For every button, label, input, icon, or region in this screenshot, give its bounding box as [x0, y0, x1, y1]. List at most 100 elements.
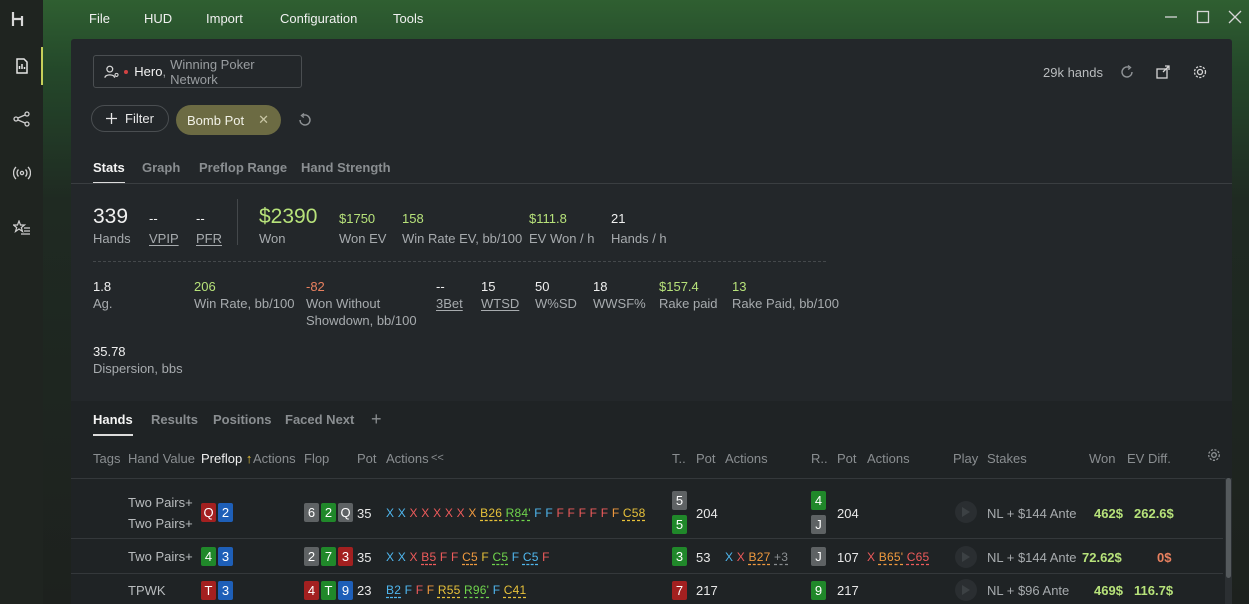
play-icon — [962, 507, 970, 517]
stat-value: 21 — [611, 211, 626, 226]
filter-chip-bomb-pot[interactable]: Bomb Pot ✕ — [176, 105, 281, 135]
collapse-icon[interactable]: << — [431, 452, 444, 464]
card: 5 — [672, 491, 687, 510]
add-tab-icon[interactable]: + — [371, 409, 382, 430]
player-selector[interactable]: Hero, Winning Poker Network — [93, 55, 302, 88]
stat-rake-paid-bb100: 13 Rake Paid, bb/100 — [732, 279, 839, 311]
col-river-pot[interactable]: Pot — [837, 451, 857, 466]
river-pot: 204 — [837, 506, 859, 521]
popout-icon[interactable] — [1155, 64, 1171, 80]
col-turn-pot[interactable]: Pot — [696, 451, 716, 466]
report-panel: Hero, Winning Poker Network 29k hands Fi… — [71, 39, 1232, 604]
replay-button[interactable] — [955, 579, 977, 601]
sidebar-favorites-button[interactable] — [0, 209, 43, 247]
reset-filter-icon[interactable] — [297, 112, 313, 128]
tab-hand-strength[interactable]: Hand Strength — [301, 160, 391, 175]
tab-faced-next[interactable]: Faced Next — [285, 412, 354, 427]
sidebar-network-button[interactable] — [0, 100, 43, 138]
col-river-actions[interactable]: Actions — [867, 451, 910, 466]
col-flop-actions[interactable]: Actions — [386, 451, 429, 466]
col-ev-diff[interactable]: EV Diff. — [1127, 451, 1171, 466]
col-play[interactable]: Play — [953, 451, 978, 466]
col-turn-actions[interactable]: Actions — [725, 451, 768, 466]
col-tags[interactable]: Tags — [93, 451, 120, 466]
header-divider — [71, 478, 1232, 479]
replay-button[interactable] — [955, 546, 977, 568]
col-preflop[interactable]: Preflop ↑ — [201, 451, 252, 466]
action-token: F — [545, 506, 553, 520]
stat-value: $157.4 — [659, 279, 699, 294]
tab-stats[interactable]: Stats — [93, 160, 125, 184]
action-token: F — [451, 550, 459, 564]
stat-label: Won EV — [339, 231, 387, 246]
close-icon[interactable] — [1227, 9, 1243, 25]
turn-pot: 204 — [696, 506, 718, 521]
ev-diff: 0$ — [1157, 550, 1172, 565]
stat-label[interactable]: VPIP — [149, 231, 179, 246]
flop-actions: B2 F F F R55 R96' F C41 — [386, 583, 526, 597]
menu-hud[interactable]: HUD — [144, 11, 172, 26]
replay-button[interactable] — [955, 501, 977, 523]
turn-pot: 53 — [696, 550, 711, 565]
stat-value: -- — [436, 279, 445, 294]
col-stakes[interactable]: Stakes — [987, 451, 1027, 466]
tab-positions[interactable]: Positions — [213, 412, 272, 427]
minimize-icon[interactable] — [1163, 9, 1179, 25]
col-river[interactable]: R.. — [811, 451, 828, 466]
share-nodes-icon — [12, 111, 30, 127]
action-token: F — [511, 550, 520, 564]
action-token: C5 — [522, 550, 539, 564]
stat-value: -82 — [306, 279, 325, 294]
turn-actions: X X B27 +3 — [725, 550, 788, 564]
stat-label: Hands — [93, 231, 131, 246]
stat-value: 1.8 — [93, 279, 112, 294]
settings-gear-icon[interactable] — [1192, 64, 1208, 80]
stat-label: Win Rate, bb/100 — [194, 296, 295, 311]
col-flop-pot[interactable]: Pot — [357, 451, 377, 466]
action-token: C41 — [503, 583, 527, 597]
stat-value: 339 — [93, 205, 129, 228]
menu-configuration[interactable]: Configuration — [280, 11, 357, 26]
action-token: X — [397, 550, 406, 564]
columns-gear-icon[interactable] — [1206, 447, 1222, 463]
card: 2 — [321, 503, 336, 522]
menu-import[interactable]: Import — [206, 11, 243, 26]
tab-hands[interactable]: Hands — [93, 412, 133, 436]
col-turn[interactable]: T.. — [672, 451, 686, 466]
tab-preflop-range[interactable]: Preflop Range — [199, 160, 287, 175]
sidebar-reports-button[interactable] — [0, 47, 43, 85]
sidebar-live-button[interactable] — [0, 154, 43, 192]
filter-button[interactable]: Filter — [91, 105, 169, 132]
tab-results[interactable]: Results — [151, 412, 198, 427]
stat-label[interactable]: PFR — [196, 231, 222, 246]
action-token: X — [397, 506, 406, 520]
turn-card: 7 — [672, 581, 689, 600]
won-amount: 72.62$ — [1082, 550, 1122, 565]
stat-label[interactable]: 3Bet — [436, 296, 463, 311]
stat-rake-paid: $157.4 Rake paid — [659, 279, 718, 311]
col-flop[interactable]: Flop — [304, 451, 329, 466]
stat-value: -- — [149, 211, 158, 226]
star-list-icon — [12, 220, 30, 235]
table-row[interactable]: Two Pairs+ 43 273 35 X X X B5 F F C5 F C… — [71, 540, 1223, 574]
col-preflop-actions[interactable]: Actions — [253, 451, 296, 466]
network-name: Winning Poker Network — [170, 56, 255, 87]
action-token: X — [386, 550, 395, 564]
menu-tools[interactable]: Tools — [393, 11, 423, 26]
table-row[interactable]: Two Pairs+ Two Pairs+ Q2 62Q 35 X X X X … — [71, 486, 1223, 539]
stat-label[interactable]: WTSD — [481, 296, 519, 311]
col-hand-value[interactable]: Hand Value — [128, 451, 195, 466]
turn-card: 5 — [672, 491, 689, 510]
chip-remove-icon[interactable]: ✕ — [258, 112, 269, 128]
action-token: X — [867, 550, 876, 564]
maximize-icon[interactable] — [1195, 9, 1211, 25]
action-token: F — [589, 506, 598, 520]
refresh-icon[interactable] — [1119, 64, 1135, 80]
tab-graph[interactable]: Graph — [142, 160, 180, 175]
scrollbar-thumb[interactable] — [1226, 478, 1231, 578]
table-row[interactable]: TPWK T3 4T9 23 B2 F F F R55 R96' F C41 7… — [71, 575, 1223, 604]
won-amount: 462$ — [1094, 506, 1123, 521]
col-won[interactable]: Won — [1089, 451, 1116, 466]
table-scrollbar[interactable] — [1225, 478, 1232, 604]
menu-file[interactable]: File — [89, 11, 110, 26]
